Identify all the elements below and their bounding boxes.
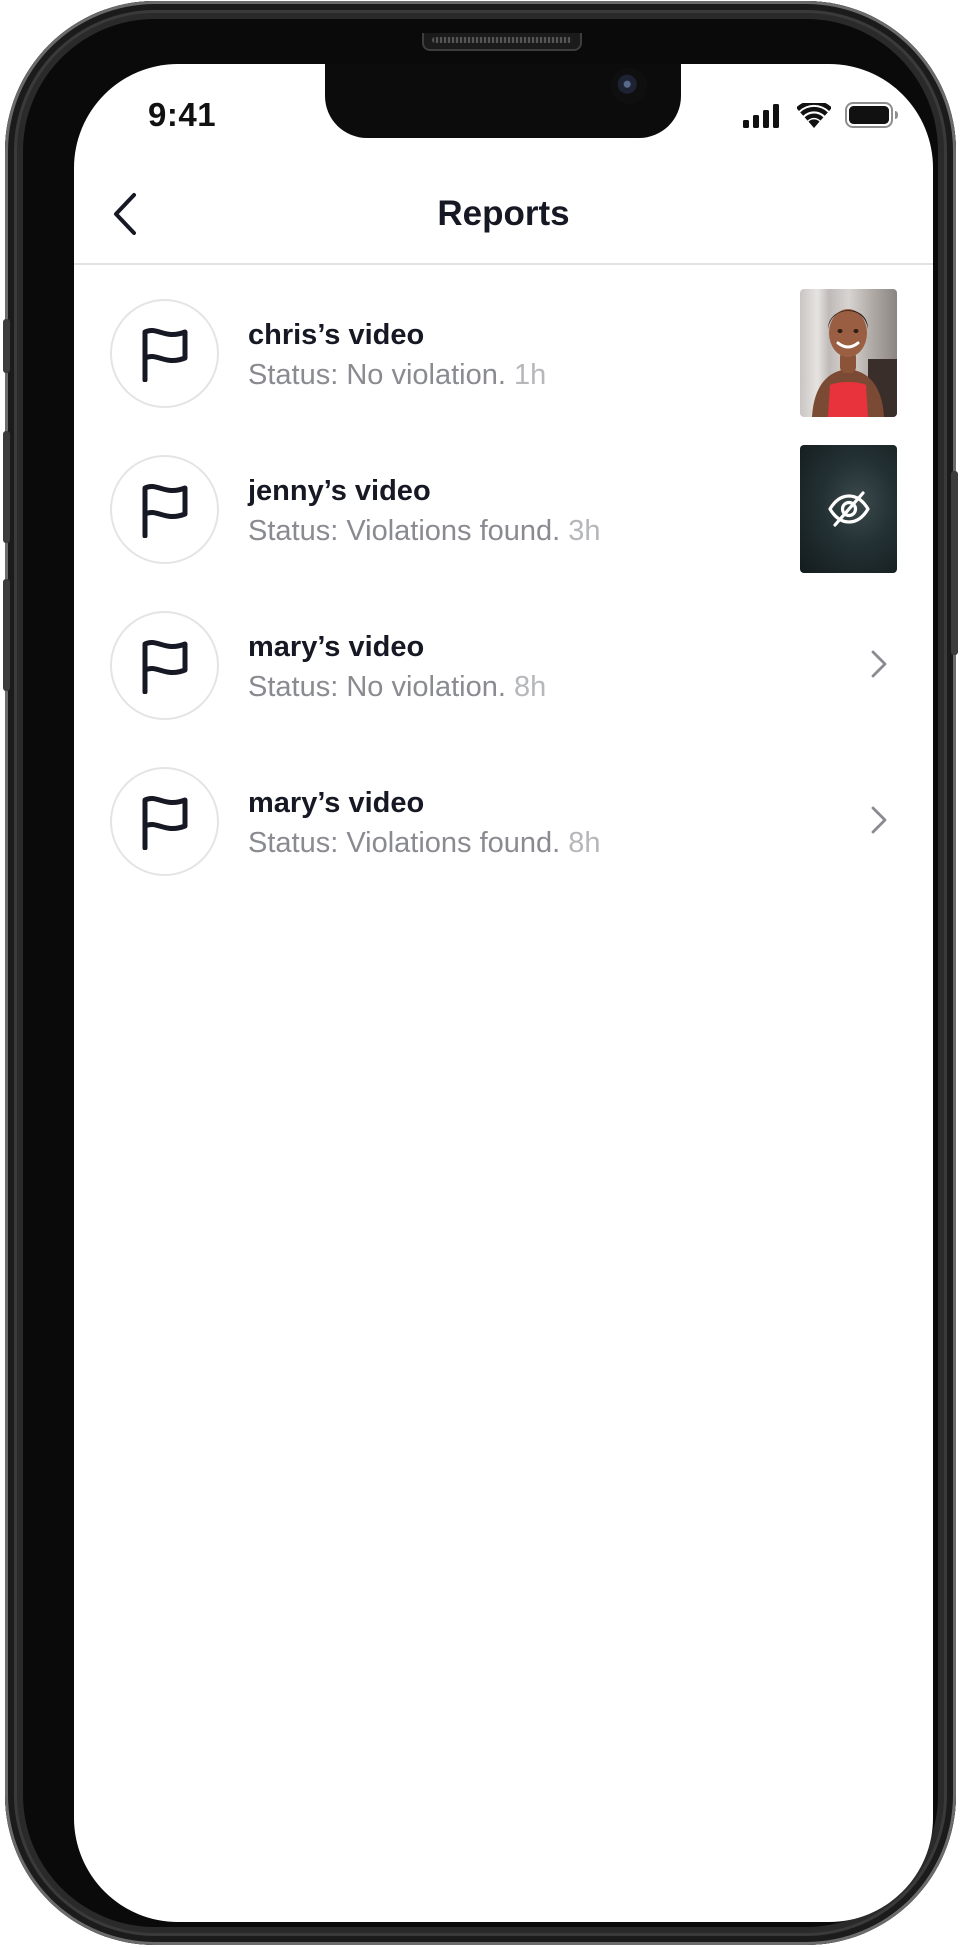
eye-off-icon [827, 491, 870, 527]
report-title: mary’s video [248, 787, 425, 819]
report-status-text: Status: No violation. [248, 671, 506, 703]
earpiece-speaker [422, 33, 582, 51]
wifi-icon [797, 103, 831, 128]
report-title: mary’s video [248, 631, 425, 663]
phone-screen: 9:41 Reports chris’s video Status: No vi… [74, 64, 933, 1922]
report-row[interactable]: chris’s video Status: No violation. 1h [74, 289, 933, 445]
power-button [951, 471, 958, 655]
flag-icon-circle [110, 767, 219, 876]
report-title: jenny’s video [248, 475, 431, 507]
report-text: mary’s video Status: Violations found. 8… [248, 785, 601, 863]
report-time: 1h [513, 359, 547, 391]
report-status: Status: No violation. 1h [248, 355, 546, 395]
flag-icon [142, 795, 187, 850]
report-time: 8h [513, 671, 547, 703]
report-text: jenny’s video Status: Violations found. … [248, 473, 601, 551]
report-row[interactable]: mary’s video Status: Violations found. 8… [74, 757, 933, 913]
flag-icon [142, 483, 187, 538]
chevron-right-icon [871, 650, 887, 678]
chevron-right-icon [871, 806, 887, 834]
silent-switch [3, 319, 10, 373]
report-row[interactable]: mary’s video Status: No violation. 8h [74, 601, 933, 757]
report-status: Status: Violations found. 3h [248, 511, 601, 551]
battery-icon [845, 102, 898, 128]
report-row[interactable]: jenny’s video Status: Violations found. … [74, 445, 933, 601]
status-time: 9:41 [148, 96, 217, 133]
flag-icon [142, 639, 187, 694]
reports-list: chris’s video Status: No violation. 1h j… [74, 289, 933, 913]
video-thumbnail-image [812, 309, 897, 417]
volume-down-button [3, 579, 10, 691]
video-thumbnail[interactable] [800, 289, 897, 417]
front-camera [611, 68, 647, 104]
phone-frame: 9:41 Reports chris’s video Status: No vi… [3, 1, 958, 1945]
report-time: 8h [568, 827, 601, 859]
report-status-text: Status: Violations found. [248, 827, 561, 859]
row-chevron[interactable] [864, 647, 894, 681]
volume-up-button [3, 431, 10, 543]
flag-icon-circle [110, 611, 219, 720]
report-title: chris’s video [248, 319, 425, 351]
report-status-text: Status: Violations found. [248, 515, 561, 547]
flag-icon [142, 327, 187, 382]
flag-icon-circle [110, 455, 219, 564]
navigation-bar: Reports [74, 164, 933, 265]
page-title: Reports [437, 194, 570, 233]
row-chevron[interactable] [864, 803, 894, 837]
status-icons [743, 102, 899, 128]
hidden-video-thumbnail[interactable] [800, 445, 897, 573]
report-status: Status: No violation. 8h [248, 667, 546, 707]
flag-icon-circle [110, 299, 219, 408]
report-status: Status: Violations found. 8h [248, 823, 601, 863]
report-status-text: Status: No violation. [248, 359, 506, 391]
cellular-signal-icon [743, 104, 779, 128]
notch [325, 64, 681, 138]
report-text: chris’s video Status: No violation. 1h [248, 317, 546, 395]
report-text: mary’s video Status: No violation. 8h [248, 629, 546, 707]
phone-bezel: 9:41 Reports chris’s video Status: No vi… [23, 19, 938, 1927]
report-time: 3h [568, 515, 601, 547]
